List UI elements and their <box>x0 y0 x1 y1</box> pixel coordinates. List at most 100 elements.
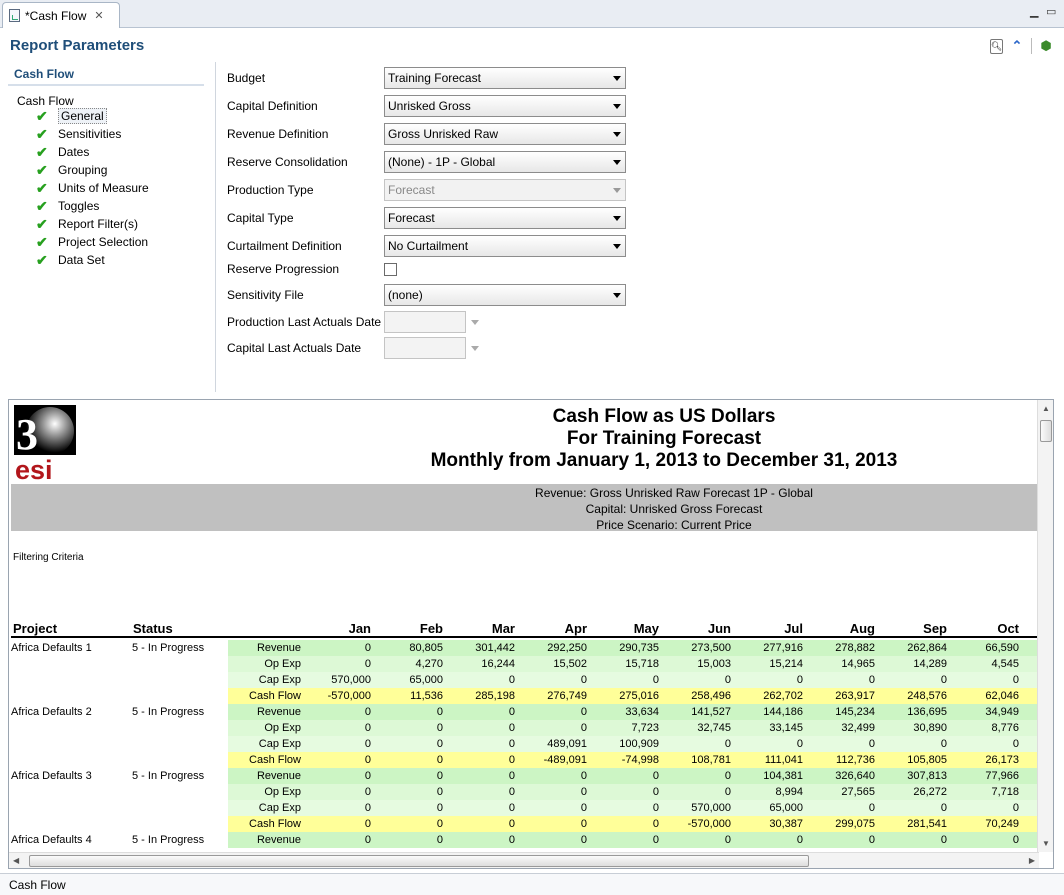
chevron-down-icon <box>613 104 621 109</box>
logo-text: esi <box>15 455 53 481</box>
value-cell: 0 <box>436 818 443 830</box>
tab-cash-flow[interactable]: *Cash Flow ✕ <box>2 2 120 28</box>
table-header: Project Status Jan Feb Mar Apr May Jun Jul Aug S… <box>11 619 1037 638</box>
value-cell: 275,016 <box>619 690 659 702</box>
table-row: Op Exp 0 4,270 16,244 15,502 15,718 15,003 15,2… <box>11 656 1037 672</box>
value-cell: 0 <box>580 706 587 718</box>
production-last-actuals-field <box>384 311 466 333</box>
production-type-row: Production Type Forecast <box>227 179 626 201</box>
scroll-up-icon[interactable]: ▲ <box>1042 404 1050 413</box>
nav-item-report-filter-s[interactable]: ✔ Report Filter(s) <box>36 216 138 232</box>
close-icon[interactable]: ✕ <box>94 9 103 22</box>
chevron-down-icon <box>613 188 621 193</box>
report-title-line: For Training Forecast <box>566 428 762 449</box>
toolbar-separator <box>1031 38 1032 54</box>
value-cell: 144,186 <box>763 706 803 718</box>
reserve-consolidation-value: (None) - 1P - Global <box>388 155 496 169</box>
minimize-icon[interactable]: ▁ <box>1030 5 1038 18</box>
vertical-scrollbar[interactable]: ▲ ▼ <box>1037 400 1053 852</box>
nav-item-units-of-measure[interactable]: ✔ Units of Measure <box>36 180 149 196</box>
value-cell: 281,541 <box>907 818 947 830</box>
value-cell: 0 <box>508 754 515 766</box>
capital-definition-select[interactable]: Unrisked Gross <box>384 95 626 117</box>
value-cell: 0 <box>580 818 587 830</box>
vertical-scroll-thumb[interactable] <box>1040 420 1052 442</box>
chevron-down-icon <box>468 337 482 359</box>
reserve-progression-checkbox[interactable] <box>384 262 397 276</box>
value-cell: 0 <box>868 674 875 686</box>
budget-label: Budget <box>227 71 266 85</box>
value-cell: 0 <box>436 754 443 766</box>
checkmark-icon: ✔ <box>36 180 48 196</box>
status-cell: 5 - In Progress <box>132 770 205 782</box>
value-cell: 0 <box>940 674 947 686</box>
value-cell: 0 <box>652 802 659 814</box>
reserve-consolidation-row: Reserve Consolidation (None) - 1P - Glob… <box>227 151 626 173</box>
capital-type-label: Capital Type <box>227 211 294 225</box>
scroll-right-icon[interactable]: ▶ <box>1029 856 1035 865</box>
capital-last-actuals-label: Capital Last Actuals Date <box>227 341 362 355</box>
nav-root-item[interactable]: Cash Flow <box>8 86 204 108</box>
collapse-up-icon[interactable]: ⌃ <box>1009 38 1025 54</box>
line-type-cell: Cash Flow <box>249 754 301 766</box>
page-title: Report Parameters <box>10 37 145 54</box>
value-cell: 0 <box>1012 802 1019 814</box>
value-cell: 32,745 <box>697 722 731 734</box>
project-cell: Africa Defaults 4 <box>11 834 92 846</box>
value-cell: 273,500 <box>691 642 731 654</box>
horizontal-scroll-thumb[interactable] <box>29 855 809 867</box>
value-cell: 8,776 <box>991 722 1019 734</box>
value-cell: 0 <box>652 834 659 846</box>
table-row: Cash Flow -570,000 11,536 285,198 276,749 275… <box>11 688 1037 704</box>
capital-type-select[interactable]: Forecast <box>384 207 626 229</box>
value-cell: 33,145 <box>769 722 803 734</box>
nav-item-toggles[interactable]: ✔ Toggles <box>36 198 99 214</box>
table-row: Africa Defaults 1 5 - In Progress Revenue 0… <box>11 640 1037 656</box>
scroll-left-icon[interactable]: ◀ <box>13 856 19 865</box>
value-cell: 570,000 <box>691 802 731 814</box>
maximize-icon[interactable]: ▭ <box>1046 5 1056 18</box>
value-cell: 26,173 <box>985 754 1019 766</box>
run-report-icon[interactable]: ⬢ <box>1038 38 1054 54</box>
curtailment-definition-select[interactable]: No Curtailment <box>384 235 626 257</box>
esi-logo: 3 esi <box>14 405 76 481</box>
value-cell: 0 <box>580 722 587 734</box>
value-cell: 0 <box>940 834 947 846</box>
nav-item-grouping[interactable]: ✔ Grouping <box>36 162 107 178</box>
budget-row: Budget Training Forecast <box>227 67 626 89</box>
budget-select[interactable]: Training Forecast <box>384 67 626 89</box>
nav-item-dates[interactable]: ✔ Dates <box>36 144 89 160</box>
line-type-cell: Cap Exp <box>258 738 301 750</box>
value-cell: 4,545 <box>991 658 1019 670</box>
value-cell: 277,916 <box>763 642 803 654</box>
value-cell: -570,000 <box>687 818 731 830</box>
project-cell: Africa Defaults 1 <box>11 642 92 654</box>
value-cell: 0 <box>508 834 515 846</box>
scroll-down-icon[interactable]: ▼ <box>1042 839 1050 848</box>
value-cell: 0 <box>436 722 443 734</box>
reserve-consolidation-select[interactable]: (None) - 1P - Global <box>384 151 626 173</box>
value-cell: 14,965 <box>841 658 875 670</box>
nav-item-sensitivities[interactable]: ✔ Sensitivities <box>36 126 121 142</box>
sensitivity-file-select[interactable]: (none) <box>384 284 626 306</box>
preview-search-icon[interactable]: 🔍︎ <box>990 38 1003 54</box>
column-header-month: Apr <box>564 621 587 636</box>
horizontal-scrollbar[interactable]: ◀ ▶ <box>9 852 1039 868</box>
chevron-down-icon <box>613 216 621 221</box>
line-type-cell: Cash Flow <box>249 690 301 702</box>
nav-item-data-set[interactable]: ✔ Data Set <box>36 252 105 268</box>
project-cell: Africa Defaults 3 <box>11 770 92 782</box>
production-last-actuals-row: Production Last Actuals Date <box>227 311 482 333</box>
report-title-line: Cash Flow as US Dollars <box>552 406 776 427</box>
checkmark-icon: ✔ <box>36 216 48 232</box>
nav-item-label: Units of Measure <box>58 181 149 195</box>
column-header-month: Jul <box>784 621 803 636</box>
value-cell: 326,640 <box>835 770 875 782</box>
revenue-definition-select[interactable]: Gross Unrisked Raw <box>384 123 626 145</box>
chevron-down-icon <box>613 293 621 298</box>
nav-item-general[interactable]: ✔ General <box>36 108 107 124</box>
nav-item-project-selection[interactable]: ✔ Project Selection <box>36 234 148 250</box>
capital-type-value: Forecast <box>388 211 435 225</box>
value-cell: 263,917 <box>835 690 875 702</box>
value-cell: 0 <box>364 642 371 654</box>
